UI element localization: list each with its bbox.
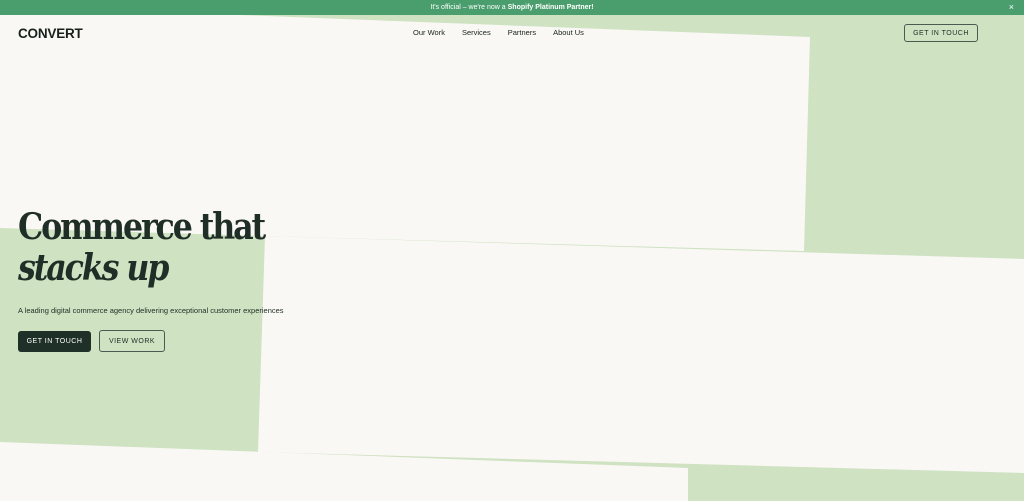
announcement-text: It's official – we're now a	[430, 4, 508, 11]
hero-title-line1: Commerce that	[18, 206, 266, 248]
logo[interactable]: CONVERT	[18, 26, 83, 41]
hero-title-line2: stacks up	[18, 247, 169, 289]
nav-services[interactable]: Services	[462, 28, 491, 37]
nav-our-work[interactable]: Our Work	[413, 28, 445, 37]
main-nav: Our Work Services Partners About Us	[413, 28, 584, 37]
announcement-bar: It's official – we're now a Shopify Plat…	[0, 0, 1024, 15]
nav-partners[interactable]: Partners	[508, 28, 536, 37]
hero-title: Commerce that stacks up	[18, 206, 266, 289]
hero-get-in-touch-button[interactable]: GET IN TOUCH	[18, 331, 91, 352]
nav-about-us[interactable]: About Us	[553, 28, 584, 37]
header-get-in-touch-button[interactable]: GET IN TOUCH	[904, 24, 978, 42]
close-icon[interactable]: ×	[1009, 0, 1014, 15]
announcement-highlight[interactable]: Shopify Platinum Partner!	[508, 4, 594, 11]
view-work-button[interactable]: VIEW WORK	[99, 330, 165, 352]
hero-subtitle: A leading digital commerce agency delive…	[18, 306, 284, 315]
